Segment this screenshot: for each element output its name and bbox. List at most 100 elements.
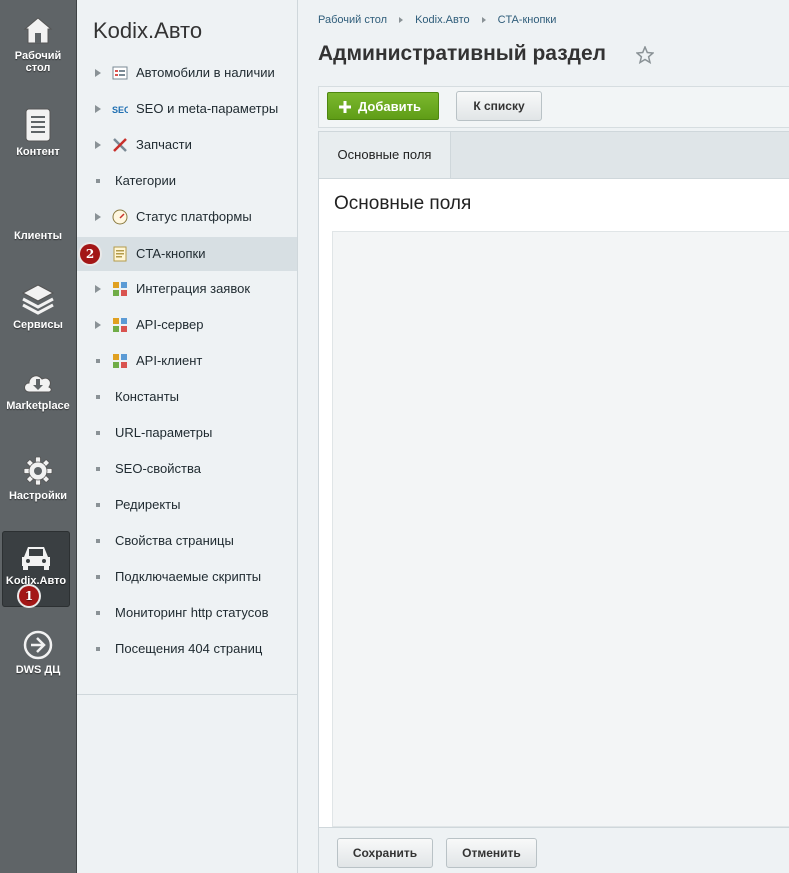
menu-item-platform-status[interactable]: Статус платформы <box>77 200 297 234</box>
toolbar: Добавить К списку <box>318 86 789 128</box>
cancel-button[interactable]: Отменить <box>446 838 537 868</box>
menu-item-categories[interactable]: Категории <box>77 164 297 198</box>
expand-arrow-icon[interactable] <box>95 69 101 77</box>
integration-icon <box>113 318 127 332</box>
menu-item-label: API-сервер <box>136 317 204 332</box>
breadcrumb-separator-icon <box>481 16 486 23</box>
section-menu: Kodix.Авто Автомобили в наличии SEO SEO … <box>77 0 298 873</box>
rail-item-label: Клиенты <box>13 230 62 242</box>
rail-item-label: Kodix.Авто <box>5 575 67 587</box>
step-badge: 2 <box>80 244 100 264</box>
menu-item-label: Константы <box>115 389 179 404</box>
menu-item-cars[interactable]: Автомобили в наличии <box>77 56 297 90</box>
menu-item-requests-integration[interactable]: Интеграция заявок <box>77 272 297 306</box>
star-icon[interactable] <box>636 46 654 64</box>
rail-item-kodix-auto[interactable]: Kodix.Авто 1 <box>2 531 70 607</box>
menu-item-label: CTA-кнопки <box>136 246 206 261</box>
rail-item-label: DWS ДЦ <box>15 664 61 676</box>
save-button[interactable]: Сохранить <box>337 838 433 868</box>
expand-arrow-icon[interactable] <box>95 285 101 293</box>
cloud-download-icon <box>24 375 52 393</box>
menu-item-label: Категории <box>115 173 176 188</box>
menu-item-parts[interactable]: Запчасти <box>77 128 297 162</box>
integration-icon <box>113 354 127 368</box>
svg-text:SEO: SEO <box>112 105 128 115</box>
menu-item-label: Редиректы <box>115 497 181 512</box>
car-icon <box>22 547 50 570</box>
breadcrumb-link[interactable]: Рабочий стол <box>318 14 387 26</box>
menu-item-label: Интеграция заявок <box>136 281 251 296</box>
note-icon <box>113 246 127 262</box>
document-icon <box>25 108 51 142</box>
integration-icon <box>113 282 127 296</box>
rail-item-services[interactable]: Сервисы <box>0 283 76 331</box>
bullet-icon <box>96 467 100 471</box>
bullet-icon <box>96 503 100 507</box>
gear-icon <box>23 456 53 486</box>
menu-item-scripts[interactable]: Подключаемые скрипты <box>77 560 297 594</box>
form-panel: Основные поля <box>318 178 789 828</box>
bullet-icon <box>96 431 100 435</box>
menu-title: Kodix.Авто <box>93 18 203 43</box>
menu-item-label: Статус платформы <box>136 209 252 224</box>
seo-icon: SEO <box>112 105 128 115</box>
menu-divider <box>77 694 297 695</box>
expand-arrow-icon[interactable] <box>95 141 101 149</box>
menu-item-cta-buttons[interactable]: 2 CTA-кнопки <box>77 237 297 271</box>
menu-item-redirects[interactable]: Редиректы <box>77 488 297 522</box>
gauge-icon <box>112 209 128 225</box>
menu-item-api-client[interactable]: API-клиент <box>77 344 297 378</box>
rail-item-settings[interactable]: Настройки <box>0 456 76 502</box>
expand-arrow-icon[interactable] <box>95 105 101 113</box>
breadcrumb-link[interactable]: CTA-кнопки <box>498 14 557 26</box>
form-footer: Сохранить Отменить <box>318 828 789 873</box>
add-button-label: Добавить <box>358 99 421 114</box>
menu-item-label: SEO-свойства <box>115 461 201 476</box>
main-rail: Рабочий стол Контент Клиенты Сервисы Mar… <box>0 0 77 873</box>
menu-item-label: Посещения 404 страниц <box>115 641 263 656</box>
form-area <box>332 231 789 827</box>
bullet-icon <box>96 611 100 615</box>
rail-item-desktop[interactable]: Рабочий стол <box>0 16 76 74</box>
rail-item-dws[interactable]: DWS ДЦ <box>0 630 76 676</box>
rail-item-label: Marketplace <box>6 400 70 412</box>
rail-item-marketplace[interactable]: Marketplace <box>0 368 76 412</box>
breadcrumb-link[interactable]: Kodix.Авто <box>415 14 470 26</box>
menu-item-http-monitoring[interactable]: Мониторинг http статусов <box>77 596 297 630</box>
car-list-icon <box>112 66 128 80</box>
menu-item-label: SEO и meta-параметры <box>136 101 279 116</box>
bullet-icon <box>96 575 100 579</box>
rail-item-label: Сервисы <box>13 319 63 331</box>
arrow-right-circle-icon <box>23 630 53 660</box>
expand-arrow-icon[interactable] <box>95 321 101 329</box>
bullet-icon <box>96 647 100 651</box>
rail-item-clients[interactable]: Клиенты <box>0 230 76 242</box>
main-content: Рабочий стол Kodix.Авто CTA-кнопки Админис… <box>298 0 789 873</box>
menu-item-seo-meta[interactable]: SEO SEO и meta-параметры <box>77 92 297 126</box>
menu-item-url-params[interactable]: URL-параметры <box>77 416 297 450</box>
menu-item-404-visits[interactable]: Посещения 404 страниц <box>77 632 297 666</box>
panel-title: Основные поля <box>334 193 472 214</box>
menu-item-seo-properties[interactable]: SEO-свойства <box>77 452 297 486</box>
menu-item-label: Запчасти <box>136 137 192 152</box>
expand-arrow-icon[interactable] <box>95 213 101 221</box>
menu-item-label: API-клиент <box>136 353 203 368</box>
tab-bar: Основные поля <box>318 131 789 178</box>
breadcrumb-separator-icon <box>399 16 404 23</box>
bullet-icon <box>96 539 100 543</box>
menu-item-page-properties[interactable]: Свойства страницы <box>77 524 297 558</box>
tools-icon <box>113 138 127 152</box>
to-list-button[interactable]: К списку <box>456 91 542 121</box>
menu-item-api-server[interactable]: API-сервер <box>77 308 297 342</box>
layers-icon <box>21 284 55 315</box>
plus-icon <box>339 101 351 113</box>
breadcrumb: Рабочий стол Kodix.Авто CTA-кнопки <box>318 14 556 26</box>
tab-main-fields[interactable]: Основные поля <box>319 132 451 178</box>
menu-item-label: Автомобили в наличии <box>136 65 275 80</box>
add-button[interactable]: Добавить <box>327 92 439 120</box>
rail-item-label: Настройки <box>8 490 68 502</box>
menu-item-label: URL-параметры <box>115 425 213 440</box>
rail-item-label: Рабочий стол <box>14 50 62 74</box>
menu-item-constants[interactable]: Константы <box>77 380 297 414</box>
rail-item-content[interactable]: Контент <box>0 108 76 158</box>
